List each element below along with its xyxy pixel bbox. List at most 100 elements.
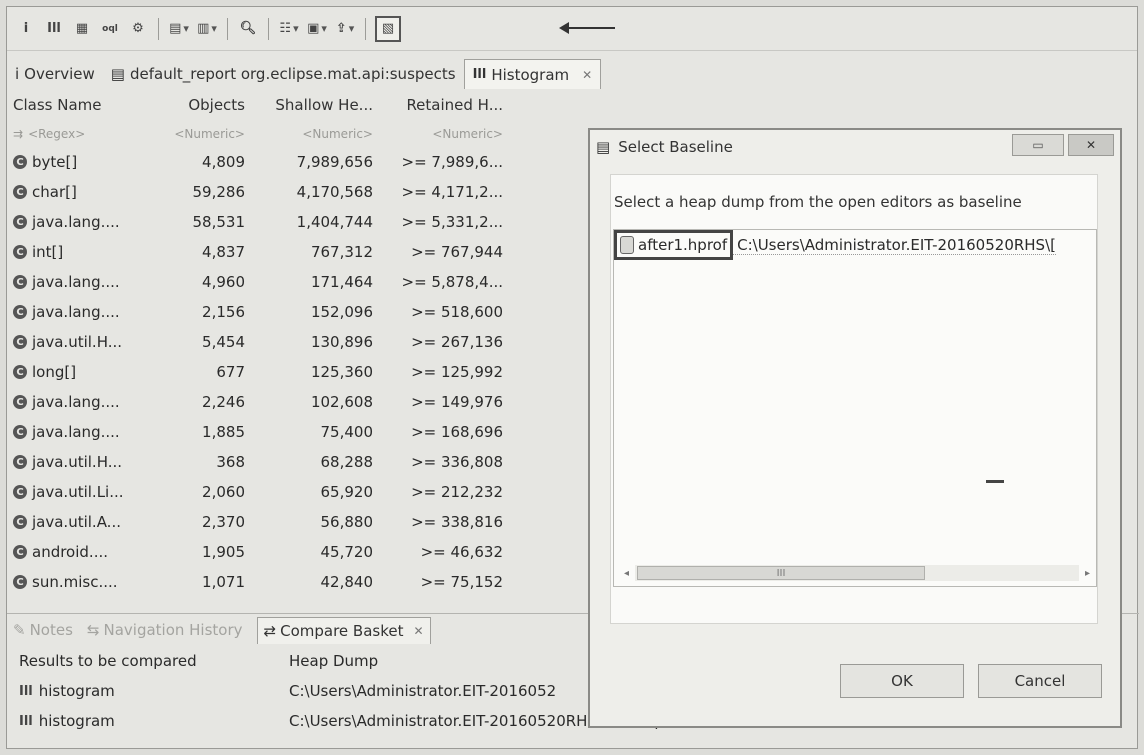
column-header[interactable]: Class Name bbox=[7, 96, 125, 114]
scroll-right-icon[interactable]: ▸ bbox=[1085, 568, 1090, 579]
query-browser-icon[interactable]: ▥ bbox=[196, 18, 218, 40]
class-name: char[] bbox=[32, 183, 77, 201]
close-button[interactable]: ✕ bbox=[1068, 134, 1114, 156]
scrollbar-track[interactable]: III bbox=[635, 565, 1079, 581]
class-name-cell: Cjava.util.H... bbox=[7, 453, 125, 471]
class-icon: C bbox=[13, 425, 27, 439]
select-baseline-dialog: ▤ Select Baseline ▭ ✕ Select a heap dump… bbox=[588, 128, 1122, 728]
annotation-arrow bbox=[559, 22, 615, 34]
tab-overview[interactable]: i Overview bbox=[7, 59, 103, 89]
table-row[interactable]: Candroid.... 1,905 45,720 >= 46,632 bbox=[7, 537, 587, 567]
search-icon[interactable]: 🔍︎ bbox=[237, 18, 259, 40]
tab-compare-basket[interactable]: ⇄ Compare Basket ✕ bbox=[256, 616, 431, 644]
class-icon: C bbox=[13, 485, 27, 499]
class-icon: C bbox=[13, 155, 27, 169]
dialog-message: Select a heap dump from the open editors… bbox=[614, 193, 1022, 211]
class-name: int[] bbox=[32, 243, 64, 261]
table-row[interactable]: Cjava.lang.... 58,531 1,404,744 >= 5,331,2.… bbox=[7, 207, 587, 237]
heap-dump-list[interactable]: after1.hprof C:\Users\Administrator.EIT-… bbox=[613, 229, 1097, 587]
table-row[interactable]: Cchar[] 59,286 4,170,568 >= 4,171,2... bbox=[7, 177, 587, 207]
table-row[interactable]: Csun.misc.... 1,071 42,840 >= 75,152 bbox=[7, 567, 587, 597]
shallow-heap-cell: 102,608 bbox=[310, 393, 373, 411]
shallow-heap-cell: 56,880 bbox=[320, 513, 374, 531]
numeric-filter-input[interactable]: <Numeric> bbox=[377, 127, 507, 141]
retained-heap-cell: >= 767,944 bbox=[411, 243, 503, 261]
class-name: java.util.H... bbox=[32, 453, 123, 471]
toolbar-separator bbox=[268, 17, 269, 40]
run-report-icon[interactable]: ▤ bbox=[168, 18, 190, 40]
ok-button[interactable]: OK bbox=[840, 664, 964, 698]
class-name: long[] bbox=[32, 363, 77, 381]
shallow-heap-cell: 7,989,656 bbox=[296, 153, 373, 171]
class-icon: C bbox=[13, 215, 27, 229]
histogram-table: Class Name Objects Shallow He... Retaine… bbox=[7, 89, 587, 601]
toolbar-separator bbox=[158, 17, 159, 40]
tab-histogram[interactable]: Ill Histogram ✕ bbox=[463, 59, 602, 89]
compare-basket-icon: ⇄ bbox=[263, 621, 277, 640]
histogram-icon[interactable]: Ill bbox=[43, 18, 65, 40]
histogram-icon: Ill bbox=[19, 683, 33, 699]
shallow-heap-cell: 75,400 bbox=[320, 423, 374, 441]
scroll-left-icon[interactable]: ◂ bbox=[624, 568, 629, 579]
divider bbox=[986, 480, 1004, 483]
list-item[interactable]: after1.hprof C:\Users\Administrator.EIT-… bbox=[614, 230, 1096, 260]
table-row[interactable]: Clong[] 677 125,360 >= 125,992 bbox=[7, 357, 587, 387]
dominator-tree-icon[interactable]: ▦ bbox=[71, 18, 93, 40]
objects-cell: 1,071 bbox=[202, 573, 245, 591]
table-row[interactable]: Cjava.lang.... 1,885 75,400 >= 168,696 bbox=[7, 417, 587, 447]
column-layout-icon[interactable]: ▣ bbox=[306, 18, 328, 40]
numeric-filter-input[interactable]: <Numeric> bbox=[125, 127, 249, 141]
class-name-cell: Cjava.lang.... bbox=[7, 213, 125, 231]
info-icon[interactable]: i bbox=[15, 18, 37, 40]
table-row[interactable]: Cjava.lang.... 2,156 152,096 >= 518,600 bbox=[7, 297, 587, 327]
column-header[interactable]: Results to be compared bbox=[7, 652, 289, 670]
class-name-cell: Cjava.util.H... bbox=[7, 333, 125, 351]
export-icon[interactable]: ⇪ bbox=[334, 18, 356, 40]
class-icon: C bbox=[13, 395, 27, 409]
info-icon: i bbox=[15, 65, 20, 83]
tab-navigation-history[interactable]: ⇆ Navigation History bbox=[87, 621, 243, 639]
table-row[interactable]: Cbyte[] 4,809 7,989,656 >= 7,989,6... bbox=[7, 147, 587, 177]
filter-row: ⇉ <Regex> <Numeric> <Numeric> <Numeric> bbox=[7, 121, 587, 147]
shallow-heap-cell: 152,096 bbox=[310, 303, 373, 321]
scrollbar-thumb[interactable]: III bbox=[637, 566, 926, 580]
table-row[interactable]: Cjava.lang.... 4,960 171,464 >= 5,878,4... bbox=[7, 267, 587, 297]
class-name-cell: Cint[] bbox=[7, 243, 125, 261]
numeric-filter-input[interactable]: <Numeric> bbox=[249, 127, 377, 141]
class-name: java.util.H... bbox=[32, 333, 123, 351]
dialog-content: Select a heap dump from the open editors… bbox=[610, 174, 1098, 624]
retained-heap-cell: >= 75,152 bbox=[420, 573, 503, 591]
cancel-button[interactable]: Cancel bbox=[978, 664, 1102, 698]
close-icon[interactable]: ✕ bbox=[582, 68, 592, 82]
retained-heap-cell: >= 518,600 bbox=[411, 303, 503, 321]
table-row[interactable]: Cjava.util.H... 5,454 130,896 >= 267,136 bbox=[7, 327, 587, 357]
group-by-icon[interactable]: ☷ bbox=[278, 18, 300, 40]
class-name-cell: Cjava.lang.... bbox=[7, 303, 125, 321]
class-icon: C bbox=[13, 245, 27, 259]
column-header[interactable]: Objects bbox=[125, 96, 249, 114]
objects-cell: 58,531 bbox=[192, 213, 246, 231]
close-icon[interactable]: ✕ bbox=[413, 624, 423, 638]
class-name-cell: Clong[] bbox=[7, 363, 125, 381]
table-row[interactable]: Cjava.util.H... 368 68,288 >= 336,808 bbox=[7, 447, 587, 477]
tab-notes[interactable]: ✎ Notes bbox=[13, 621, 73, 639]
column-header[interactable]: Retained H... bbox=[377, 96, 507, 114]
tab-default-report[interactable]: ▤ default_report org.eclipse.mat.api:sus… bbox=[103, 59, 464, 89]
selected-item[interactable]: after1.hprof bbox=[614, 230, 734, 260]
table-row[interactable]: Cint[] 4,837 767,312 >= 767,944 bbox=[7, 237, 587, 267]
oql-icon[interactable]: oql bbox=[99, 18, 121, 40]
shallow-heap-cell: 42,840 bbox=[320, 573, 374, 591]
maximize-button[interactable]: ▭ bbox=[1012, 134, 1064, 156]
table-row[interactable]: Cjava.lang.... 2,246 102,608 >= 149,976 bbox=[7, 387, 587, 417]
table-row[interactable]: Cjava.util.Li... 2,060 65,920 >= 212,232 bbox=[7, 477, 587, 507]
column-header[interactable]: Shallow He... bbox=[249, 96, 377, 114]
toolbar: i Ill ▦ oql ⚙ ▤ ▥ 🔍︎ ☷ ▣ ⇪ ▧ bbox=[7, 7, 1137, 51]
compare-to-baseline-icon[interactable]: ▧ bbox=[375, 15, 401, 42]
class-name-cell: Cjava.lang.... bbox=[7, 393, 125, 411]
horizontal-scrollbar[interactable]: ◂ III ▸ bbox=[624, 564, 1090, 582]
thread-overview-icon[interactable]: ⚙ bbox=[127, 18, 149, 40]
table-row[interactable]: Cjava.util.A... 2,370 56,880 >= 338,816 bbox=[7, 507, 587, 537]
objects-cell: 2,370 bbox=[202, 513, 245, 531]
result-name: histogram bbox=[38, 682, 115, 700]
regex-filter-input[interactable]: ⇉ <Regex> bbox=[7, 127, 125, 141]
